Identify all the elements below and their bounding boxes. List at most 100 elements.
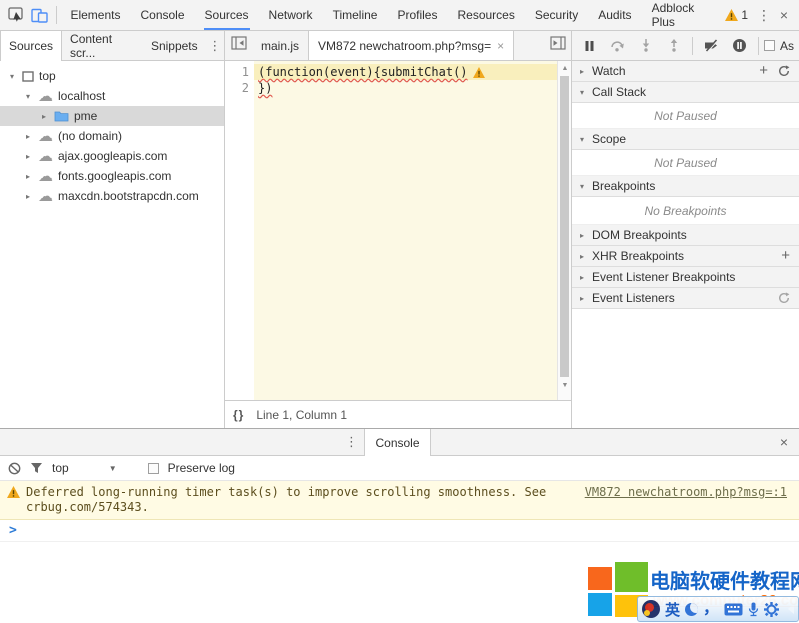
chevron-right-icon[interactable]: ▸ [23,132,33,141]
scroll-up-icon[interactable]: ▲ [558,61,572,75]
inspect-element-button[interactable] [5,2,28,28]
pause-on-exceptions-icon [732,38,747,53]
section-event-listener-breakpoints[interactable]: ▸ Event Listener Breakpoints [572,267,799,288]
editor-scrollbar[interactable]: ▲ ▼ [557,61,571,400]
refresh-icon[interactable] [778,65,790,77]
section-event-listeners[interactable]: ▸ Event Listeners [572,288,799,309]
ime-settings-gear-icon[interactable] [764,602,779,617]
warning-count: 1 [741,8,748,22]
file-tab-vm872[interactable]: VM872 newchatroom.php?msg= × [308,31,514,60]
navigator-menu-button[interactable]: ⋮ [206,31,224,60]
tab-adblock-plus[interactable]: Adblock Plus [642,0,720,30]
tree-item-ajax-googleapis[interactable]: ▸ ☁ ajax.googleapis.com [0,146,224,166]
chevron-right-icon[interactable]: ▸ [23,152,33,161]
section-dom-breakpoints[interactable]: ▸ DOM Breakpoints [572,225,799,246]
drawer-menu-button[interactable]: ⋮ [338,429,364,455]
pretty-print-icon[interactable]: {} [233,408,244,422]
line-warning-icon[interactable] [473,67,485,78]
drawer-close-button[interactable]: × [769,429,799,455]
toolbar-divider [758,37,759,55]
tree-item-maxcdn-bootstrapcdn[interactable]: ▸ ☁ maxcdn.bootstrapcdn.com [0,186,224,206]
ime-microphone-icon[interactable] [748,602,759,617]
code-line-2[interactable]: }) [254,80,571,96]
tab-console[interactable]: Console [130,0,194,30]
tree-item-fonts-googleapis[interactable]: ▸ ☁ fonts.googleapis.com [0,166,224,186]
debugger-sidebar: ▸ Watch + ▾ Call Stack Not Paused ▾ Scop… [572,61,799,428]
section-breakpoints[interactable]: ▾ Breakpoints [572,176,799,197]
navigator-tab-content-scripts[interactable]: Content scr... [62,31,143,60]
scroll-down-icon[interactable]: ▼ [558,378,572,392]
ime-logo-icon[interactable] [642,600,660,618]
hide-navigator-button[interactable] [225,31,252,55]
add-xhr-breakpoint-icon[interactable]: + [781,251,790,261]
code-area[interactable]: 1 2 (function(event){submitChat() }) ▲ [225,61,571,400]
tab-profiles[interactable]: Profiles [387,0,447,30]
step-over-button[interactable] [604,34,631,58]
tab-audits[interactable]: Audits [588,0,641,30]
preserve-log-checkbox[interactable] [148,463,159,474]
tab-timeline[interactable]: Timeline [323,0,388,30]
file-tab-mainjs[interactable]: main.js [252,31,308,60]
chevron-down-icon[interactable]: ▾ [7,72,17,81]
devtools-close-button[interactable]: × [774,7,794,23]
code-lines[interactable]: (function(event){submitChat() }) [254,61,571,400]
tab-resources[interactable]: Resources [447,0,524,30]
execution-context-selector[interactable]: top ▼ [52,461,117,475]
section-call-stack[interactable]: ▾ Call Stack [572,82,799,103]
ime-punctuation-toggle[interactable]: ， [703,604,719,614]
filter-icon[interactable] [30,462,43,474]
close-tab-icon[interactable]: × [497,39,504,53]
tab-sources[interactable]: Sources [195,0,259,30]
step-into-icon [641,39,651,52]
drawer-tab-console[interactable]: Console [364,429,430,456]
section-xhr-breakpoints[interactable]: ▸ XHR Breakpoints + [572,246,799,267]
line-number: 1 [225,64,249,80]
domain-cloud-icon: ☁ [38,170,53,182]
tree-item-no-domain[interactable]: ▸ ☁ (no domain) [0,126,224,146]
show-drawer-button[interactable] [544,31,571,55]
domain-cloud-icon: ☁ [38,190,53,202]
step-into-button[interactable] [632,34,659,58]
breakpoints-status: No Breakpoints [572,197,799,225]
console-prompt-row[interactable]: > [0,520,799,542]
section-scope[interactable]: ▾ Scope [572,129,799,150]
navigator-tab-sources[interactable]: Sources [0,31,62,61]
message-source-link[interactable]: VM872 newchatroom.php?msg=:1 [585,485,787,500]
chevron-right-icon[interactable]: ▸ [39,112,49,121]
devtools-menu-button[interactable]: ⋮ [754,7,774,24]
device-toolbar-button[interactable] [28,2,51,28]
tree-item-pme[interactable]: ▸ pme [0,106,224,126]
deactivate-breakpoints-button[interactable] [698,34,725,58]
clear-console-icon[interactable] [8,462,21,475]
tab-network[interactable]: Network [259,0,323,30]
code-line-1[interactable]: (function(event){submitChat() [254,64,571,80]
section-watch[interactable]: ▸ Watch + [572,61,799,82]
chevron-right-icon[interactable]: ▸ [23,172,33,181]
ime-toolbar[interactable]: 英 ， [637,596,799,622]
logo-square-orange [588,567,612,590]
chevron-down-icon[interactable]: ▾ [23,92,33,101]
pause-script-button[interactable] [576,34,603,58]
ime-language-toggle[interactable]: 英 [665,599,680,620]
tree-item-top[interactable]: ▾ top [0,66,224,86]
chevron-right-icon[interactable]: ▸ [23,192,33,201]
tree-item-localhost[interactable]: ▾ ☁ localhost [0,86,224,106]
cursor-position: Line 1, Column 1 [256,408,347,422]
tab-elements[interactable]: Elements [60,0,130,30]
tab-security[interactable]: Security [525,0,588,30]
drawer-tab-row: ⋮ Console × [0,429,799,456]
scrollbar-thumb[interactable] [560,76,569,377]
refresh-icon[interactable] [778,292,790,304]
sources-subtoolbar: Sources Content scr... Snippets ⋮ main.j… [0,31,799,61]
console-warning-badge[interactable]: 1 [719,8,754,22]
step-over-icon [610,39,625,52]
add-watch-icon[interactable]: + [759,66,768,76]
pause-on-exceptions-button[interactable] [726,34,753,58]
async-checkbox[interactable] [764,40,775,51]
ime-keyboard-icon[interactable] [724,603,743,616]
ime-fullwidth-icon[interactable] [685,603,698,616]
ime-collapse-arrow-icon[interactable] [788,604,794,614]
step-out-button[interactable] [660,34,687,58]
watermark-site-name: 电脑软硬件教程网 [650,565,799,594]
navigator-tab-snippets[interactable]: Snippets [143,31,206,60]
